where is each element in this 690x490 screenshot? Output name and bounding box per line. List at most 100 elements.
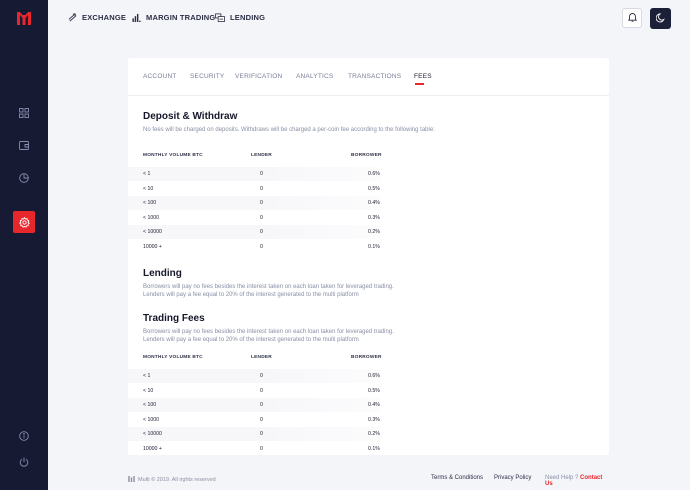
cell-lender: 0	[260, 402, 263, 408]
settings-tabs: ACCOUNT SECURITY VERIFICATION ANALYTICS …	[128, 58, 609, 96]
cell-lender: 0	[260, 171, 263, 177]
tab-security[interactable]: SECURITY	[190, 73, 224, 80]
fees-card: ACCOUNT SECURITY VERIFICATION ANALYTICS …	[128, 58, 609, 455]
cell-lender: 0	[260, 200, 263, 206]
dashboard-icon[interactable]	[15, 104, 33, 122]
cell-borrower: 0.2%	[368, 229, 380, 235]
moon-icon	[655, 10, 666, 28]
trading-col-lender: LENDER	[251, 355, 272, 360]
cell-volume: < 1	[143, 171, 151, 177]
cell-borrower: 0.5%	[368, 387, 380, 394]
exchange-icon	[68, 13, 77, 22]
notifications-button[interactable]	[622, 8, 642, 28]
footer-copyright: Multi © 2019. All rights reserved	[128, 476, 216, 484]
nav-lending-label: LENDING	[230, 13, 266, 22]
nav-lending[interactable]: LENDING	[215, 13, 265, 22]
tab-verification[interactable]: VERIFICATION	[235, 73, 282, 80]
deposit-description: No fees will be charged on deposits. Wit…	[143, 127, 435, 133]
nav-margin-trading[interactable]: MARGIN TRADING	[132, 13, 215, 22]
cell-borrower: 0.2%	[368, 431, 380, 437]
cell-borrower: 0.1%	[368, 445, 380, 452]
table-row: < 1 0 0.6%	[128, 369, 381, 383]
footer: Multi © 2019. All rights reserved Terms …	[128, 474, 609, 487]
tab-transactions[interactable]: TRANSACTIONS	[348, 73, 401, 80]
tab-analytics[interactable]: ANALYTICS	[296, 73, 333, 80]
cell-borrower: 0.3%	[368, 416, 380, 423]
cell-volume: < 1000	[143, 214, 160, 221]
cell-borrower: 0.3%	[368, 214, 380, 221]
footer-copyright-text: Multi © 2019. All rights reserved	[138, 477, 216, 483]
cell-lender: 0	[260, 243, 263, 250]
trading-description-line1: Borrowers will pay no fees besides the i…	[143, 329, 394, 335]
dark-mode-toggle[interactable]	[650, 8, 671, 29]
deposit-col-lender: LENDER	[251, 153, 272, 158]
deposit-col-borrower: BORROWER	[351, 153, 382, 158]
logo-icon[interactable]	[17, 12, 31, 25]
lending-description-line1: Borrowers will pay no fees besides the i…	[143, 284, 394, 290]
cell-volume: < 1	[143, 373, 151, 379]
table-row: < 100 0 0.4%	[128, 398, 381, 412]
privacy-link[interactable]: Privacy Policy	[494, 475, 531, 481]
nav-exchange-label: EXCHANGE	[82, 13, 127, 22]
cell-lender: 0	[260, 416, 263, 423]
sidebar	[0, 0, 48, 490]
power-icon[interactable]	[15, 453, 33, 471]
cell-borrower: 0.4%	[368, 200, 380, 206]
cell-volume: < 100	[143, 402, 157, 408]
terms-link[interactable]: Terms & Conditions	[431, 475, 483, 481]
trading-col-borrower: BORROWER	[351, 355, 382, 360]
nav-exchange[interactable]: EXCHANGE	[68, 13, 126, 22]
bar-chart-icon	[132, 13, 141, 22]
table-row: < 1 0 0.6%	[128, 167, 381, 181]
cell-volume: 10000 +	[143, 243, 162, 250]
cell-volume: < 10000	[143, 431, 162, 437]
footer-logo-icon	[128, 476, 135, 484]
cell-lender: 0	[260, 431, 263, 437]
table-row: 10000 + 0 0.1%	[128, 240, 381, 254]
trading-description-line2: Lenders will pay a fee equal to 20% of t…	[143, 337, 359, 343]
cell-volume: < 10	[143, 185, 154, 192]
cell-lender: 0	[260, 214, 263, 221]
tab-fees[interactable]: FEES	[414, 73, 432, 80]
table-row: < 10 0 0.5%	[128, 182, 381, 196]
cell-volume: < 1000	[143, 416, 160, 423]
trading-title: Trading Fees	[143, 313, 205, 324]
wallet-icon[interactable]	[15, 136, 33, 154]
lending-title: Lending	[143, 268, 182, 279]
table-row: < 10000 0 0.2%	[128, 225, 381, 239]
cell-lender: 0	[260, 373, 263, 379]
table-row: < 10000 0 0.2%	[128, 427, 381, 441]
cell-borrower: 0.6%	[368, 171, 380, 177]
cell-volume: < 100	[143, 200, 157, 206]
table-row: < 100 0 0.4%	[128, 196, 381, 210]
table-row: < 1000 0 0.3%	[128, 211, 381, 225]
cell-lender: 0	[260, 445, 263, 452]
nav-margin-trading-label: MARGIN TRADING	[146, 13, 216, 22]
cell-borrower: 0.4%	[368, 402, 380, 408]
deposit-title: Deposit & Withdraw	[143, 111, 238, 122]
bell-icon	[627, 9, 637, 27]
table-row: < 10 0 0.5%	[128, 384, 381, 398]
cell-volume: < 10	[143, 387, 154, 394]
cell-volume: 10000 +	[143, 445, 162, 452]
cell-lender: 0	[260, 185, 263, 192]
trading-col-volume: MONTHLY VOLUME BTC	[143, 355, 203, 360]
deposit-col-volume: MONTHLY VOLUME BTC	[143, 153, 203, 158]
settings-icon[interactable]	[13, 211, 35, 233]
lending-icon	[215, 13, 225, 22]
tab-account[interactable]: ACCOUNT	[143, 73, 177, 80]
cell-borrower: 0.5%	[368, 185, 380, 192]
chart-pie-icon[interactable]	[15, 169, 33, 187]
footer-help: Need Help ? Contact Us	[545, 475, 609, 487]
lending-description-line2: Lenders will pay a fee equal to 20% of t…	[143, 292, 359, 298]
table-row: 10000 + 0 0.1%	[128, 442, 381, 456]
cell-lender: 0	[260, 387, 263, 394]
active-tab-indicator	[415, 83, 424, 85]
info-icon[interactable]	[15, 427, 33, 445]
cell-borrower: 0.6%	[368, 373, 380, 379]
table-row: < 1000 0 0.3%	[128, 413, 381, 427]
cell-lender: 0	[260, 229, 263, 235]
cell-borrower: 0.1%	[368, 243, 380, 250]
top-bar: EXCHANGE MARGIN TRADING LENDING	[48, 0, 690, 38]
cell-volume: < 10000	[143, 229, 162, 235]
